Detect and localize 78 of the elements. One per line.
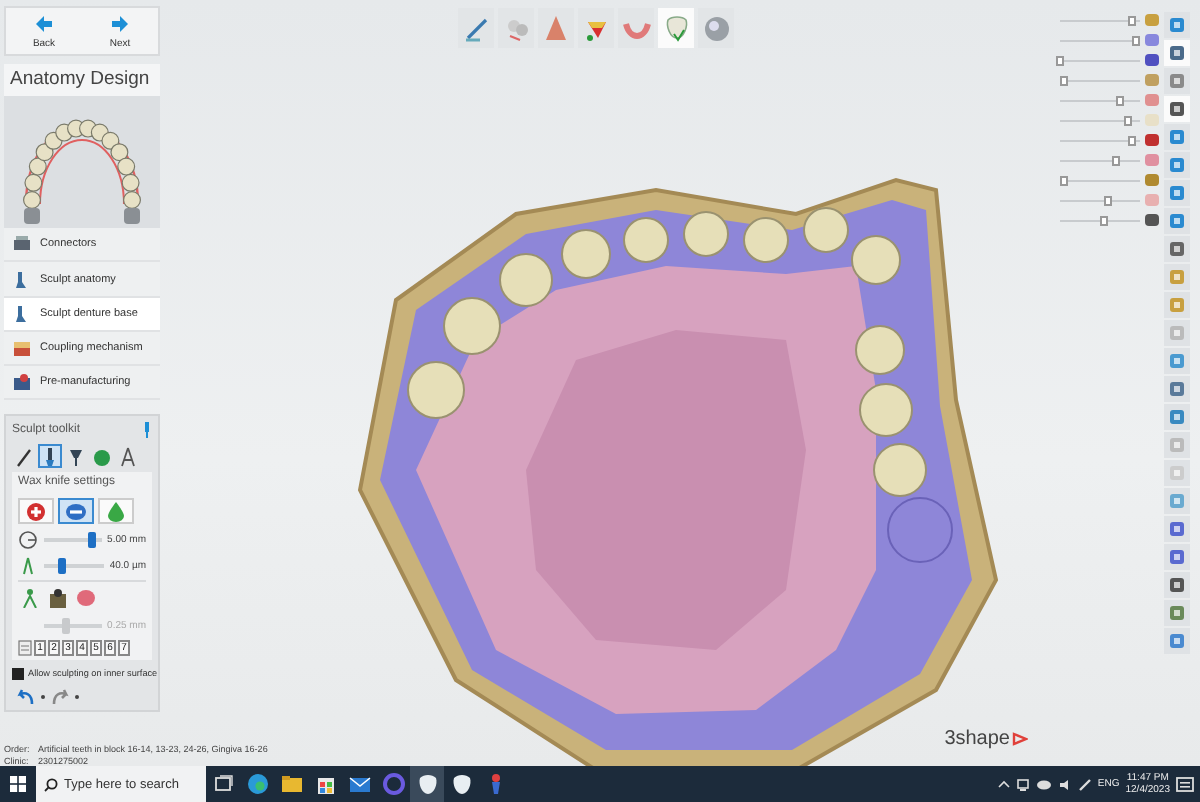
side-tool-button[interactable] (1164, 600, 1190, 626)
view-tool-button[interactable] (578, 8, 614, 48)
checkbox[interactable] (12, 667, 24, 680)
mode-button[interactable] (18, 498, 54, 525)
triangle-icon (1012, 732, 1028, 746)
arrow-icon (108, 13, 132, 34)
person-icon (20, 588, 40, 609)
add-icon (24, 501, 48, 522)
slider-thumb[interactable] (1116, 95, 1124, 105)
tooth-icon (661, 13, 691, 43)
folder-icon (279, 772, 303, 796)
sphere-icon (701, 13, 731, 43)
slider-track[interactable] (43, 623, 102, 628)
box-icon (48, 588, 68, 609)
caret-icon[interactable] (74, 693, 80, 700)
side-tool-button[interactable] (1164, 516, 1190, 542)
slider-track[interactable] (44, 563, 104, 568)
knife-icon (14, 445, 34, 468)
arrow-icon (32, 13, 56, 34)
grid-icon[interactable] (18, 640, 32, 657)
shape-button[interactable] (46, 586, 70, 611)
mode-button[interactable] (98, 498, 134, 525)
taskview-icon (211, 772, 235, 796)
undo-icon[interactable] (16, 688, 36, 705)
speaker-icon[interactable] (1057, 777, 1072, 791)
sculpt-icon (12, 303, 32, 324)
view-tool-button[interactable] (618, 8, 654, 48)
view-tool-button[interactable] (698, 8, 734, 48)
connector-icon (12, 234, 32, 255)
slider-thumb[interactable] (88, 531, 97, 548)
slider-thumb[interactable] (1132, 35, 1140, 45)
side-tool-button[interactable] (1164, 40, 1190, 66)
circle-icon (381, 772, 405, 796)
sculpt-icon (12, 269, 32, 290)
pin-icon[interactable] (142, 422, 152, 439)
side-tool-button[interactable] (1164, 572, 1190, 598)
caret-icon[interactable] (40, 693, 46, 700)
tooth-icon (449, 772, 473, 796)
pen-icon[interactable] (1077, 777, 1092, 791)
slider-thumb[interactable] (1056, 55, 1064, 65)
windows-icon (10, 776, 26, 792)
mode-button[interactable] (58, 498, 94, 525)
view-tool-button[interactable] (538, 8, 574, 48)
slider-thumb[interactable] (1128, 135, 1136, 145)
slider-thumb[interactable] (1060, 175, 1068, 185)
sculpt-tool-button[interactable] (12, 444, 36, 469)
cloud-icon[interactable] (1035, 778, 1052, 790)
cone-icon (541, 13, 571, 43)
knife-icon (461, 13, 491, 43)
view-tool-button[interactable] (658, 8, 694, 48)
side-tool-button[interactable] (1164, 96, 1190, 122)
view-tool-button[interactable] (458, 8, 494, 48)
slider-thumb[interactable] (1060, 75, 1068, 85)
slider-thumb[interactable] (1112, 155, 1120, 165)
slider-thumb[interactable] (1100, 215, 1108, 225)
tooth-icon (415, 772, 439, 796)
slider-thumb[interactable] (1124, 115, 1132, 125)
wax-knife-icon (40, 445, 60, 468)
chevron-up-icon[interactable] (997, 780, 1010, 788)
edge-icon (245, 772, 269, 796)
sculpt-tool-button[interactable] (38, 444, 62, 469)
side-tool-button[interactable] (1164, 544, 1190, 570)
network-icon[interactable] (1015, 777, 1030, 791)
drop-icon (104, 501, 128, 522)
store-icon (313, 772, 337, 796)
logo-text: 3shape (944, 728, 1010, 750)
slider-thumb[interactable] (57, 557, 66, 574)
mail-icon (347, 772, 371, 796)
side-tool-button[interactable] (1164, 376, 1190, 402)
ball-icon (92, 445, 112, 468)
taskbar-app[interactable] (410, 766, 444, 802)
slider-thumb[interactable] (1128, 15, 1136, 25)
slider-track[interactable] (44, 537, 102, 542)
panel-title: Anatomy Design (4, 64, 160, 97)
side-tool-button[interactable] (1164, 236, 1190, 262)
slider-thumb[interactable] (1104, 195, 1112, 205)
notification-icon[interactable] (1176, 775, 1194, 793)
remove-icon (64, 501, 88, 522)
